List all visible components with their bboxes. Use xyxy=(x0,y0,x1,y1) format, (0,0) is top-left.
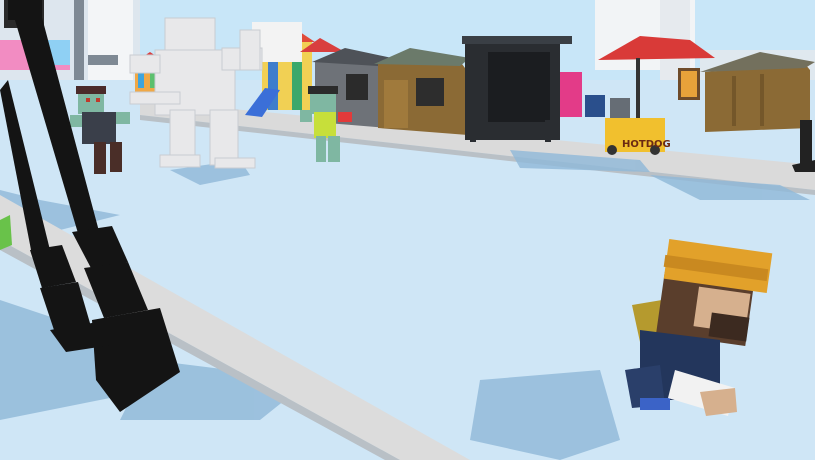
wooden-shed-center xyxy=(374,48,470,135)
hotdog-cart-label: HOTDOG xyxy=(622,139,671,150)
blue-bin xyxy=(585,95,605,117)
game-scene[interactable]: HOTDOG xyxy=(0,0,815,460)
dark-kiosk xyxy=(462,36,572,142)
game-viewport[interactable]: HOTDOG xyxy=(0,0,815,460)
green-object xyxy=(0,215,12,250)
right-edge-post xyxy=(800,120,812,165)
pink-booth xyxy=(560,72,582,117)
